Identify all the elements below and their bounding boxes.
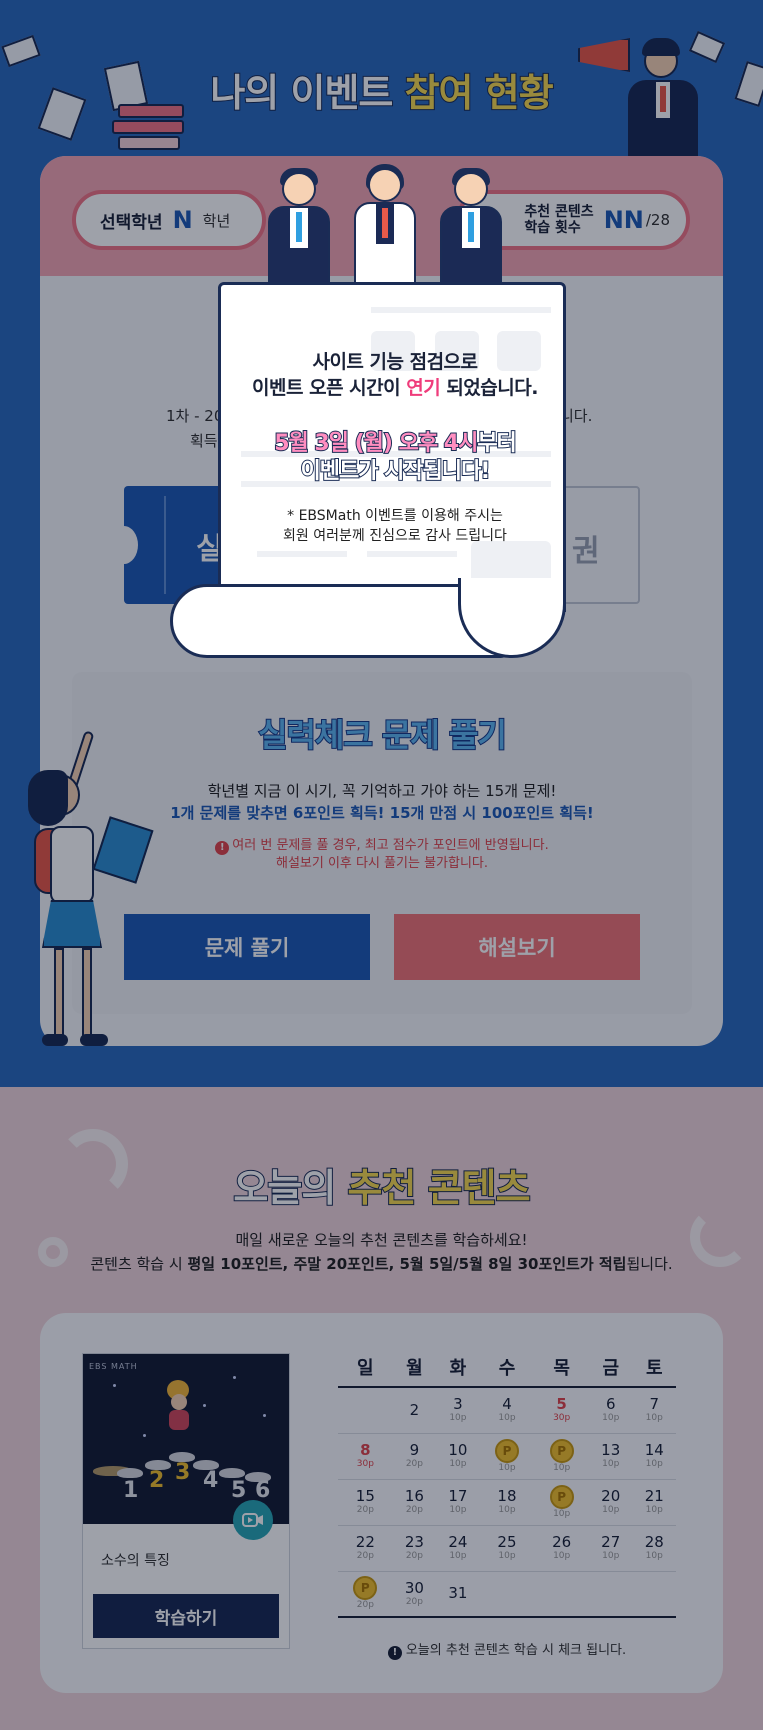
notice-line2: 이벤트 오픈 시간이 연기 되었습니다. bbox=[221, 373, 569, 400]
notice-line2-highlight: 연기 bbox=[406, 377, 441, 399]
notice-line1: 사이트 기능 점검으로 bbox=[312, 351, 478, 373]
notice-line6: 회원 여러분께 진심으로 감사 드립니다 bbox=[283, 528, 507, 544]
faint-background-line bbox=[367, 551, 457, 557]
notice-line5: * EBSMath 이벤트를 이용해 주시는 bbox=[287, 508, 503, 524]
teacher-character-illustration bbox=[264, 168, 334, 296]
notice-modal: 사이트 기능 점검으로 이벤트 오픈 시간이 연기 되었습니다. 5월 3일 (… bbox=[168, 160, 568, 660]
faint-background-line bbox=[257, 551, 347, 557]
teacher-character-illustration bbox=[350, 164, 420, 292]
faint-background-line bbox=[371, 307, 551, 313]
notice-line4: 이벤트가 시작됩니다! bbox=[300, 458, 492, 485]
notice-line2-post: 되었습니다. bbox=[440, 377, 538, 399]
notice-line2-pre: 이벤트 오픈 시간이 bbox=[252, 377, 407, 399]
teacher-character-illustration bbox=[436, 168, 506, 296]
notice-scroll: 사이트 기능 점검으로 이벤트 오픈 시간이 연기 되었습니다. 5월 3일 (… bbox=[218, 282, 566, 612]
